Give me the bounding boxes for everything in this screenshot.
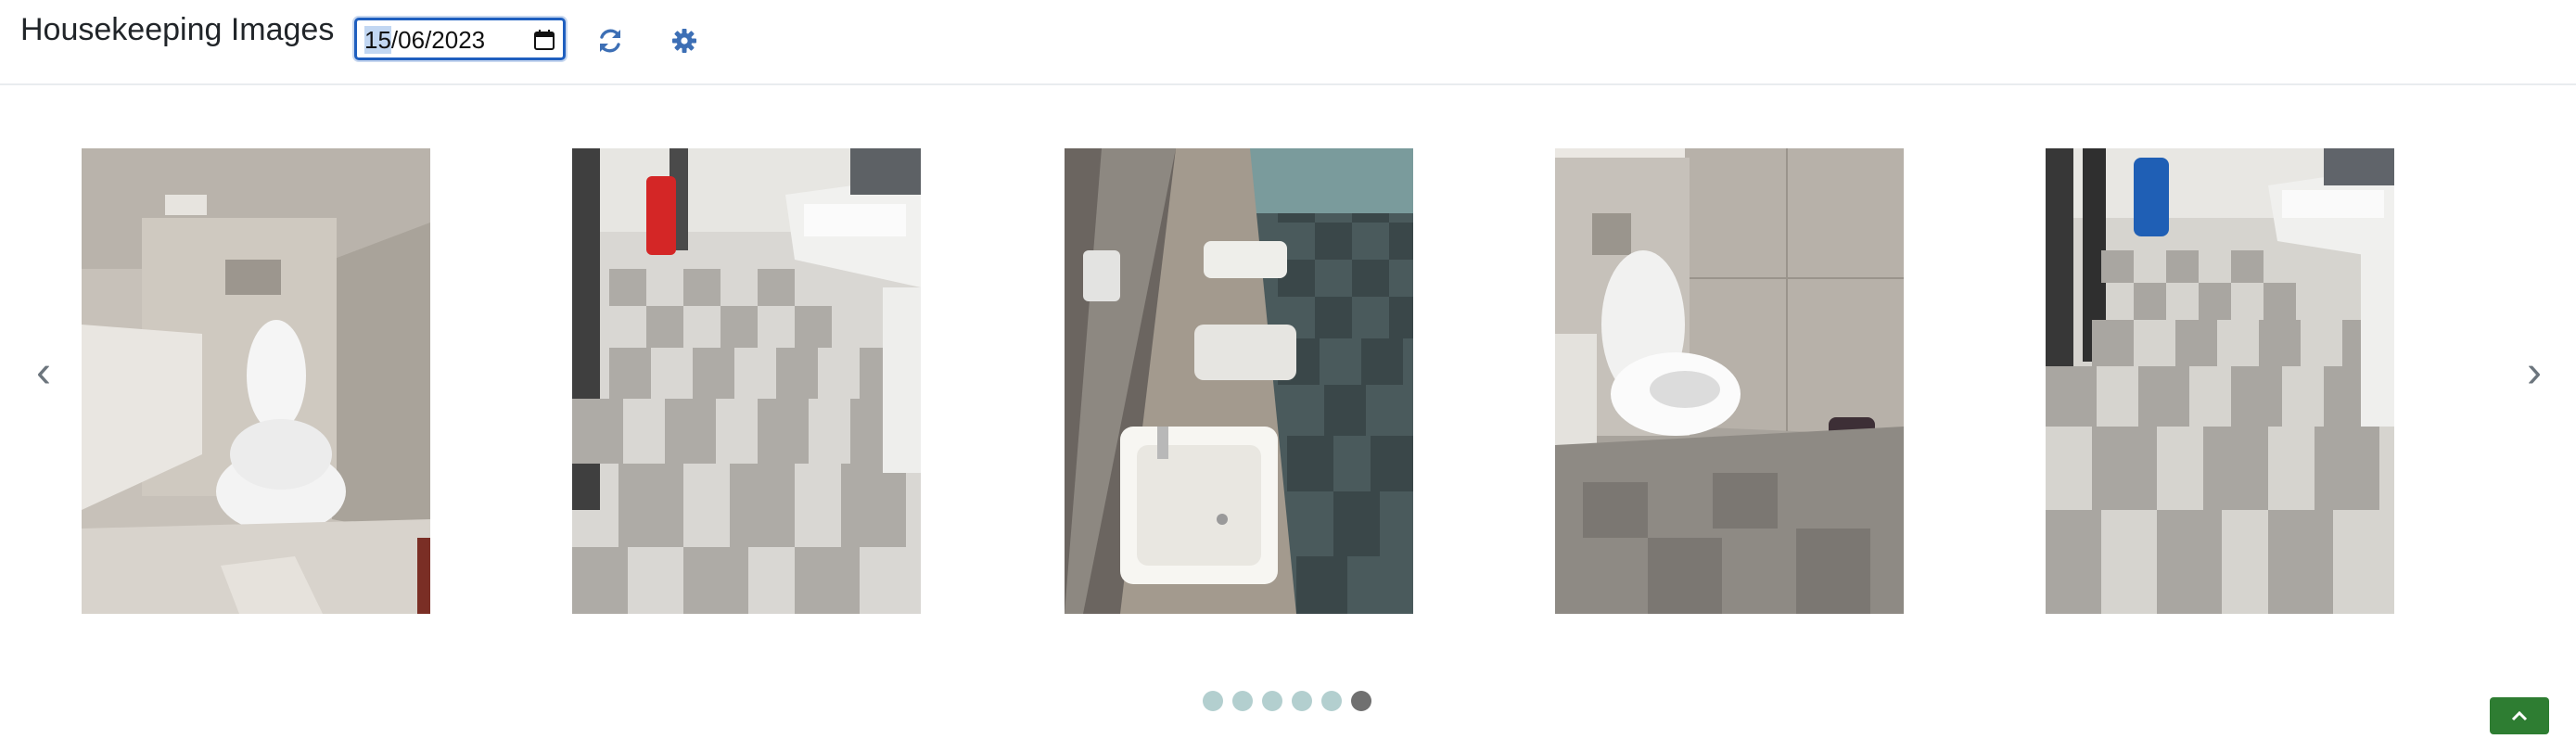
carousel-next-button[interactable]: › xyxy=(2511,345,2557,401)
calendar-icon[interactable] xyxy=(533,29,555,51)
carousel-image-washroom-floor-red-bin[interactable] xyxy=(572,148,921,614)
carousel-dot-3[interactable] xyxy=(1262,691,1282,711)
date-rest-segment[interactable]: /06/2023 xyxy=(391,26,485,54)
date-value[interactable]: 15/06/2023 xyxy=(364,26,485,54)
scroll-top-button[interactable] xyxy=(2490,697,2549,734)
gear-icon xyxy=(672,29,696,53)
carousel-dot-6[interactable] xyxy=(1351,691,1371,711)
date-day-segment[interactable]: 15 xyxy=(364,26,391,54)
date-field[interactable]: 15/06/2023 xyxy=(354,18,566,60)
carousel-image-toilet-stall[interactable] xyxy=(82,148,430,614)
chevron-up-icon xyxy=(2511,710,2528,721)
carousel-dot-4[interactable] xyxy=(1292,691,1312,711)
carousel-image-sink-counter[interactable] xyxy=(1065,148,1413,614)
settings-button[interactable] xyxy=(666,22,703,59)
carousel-prev-button[interactable]: ‹ xyxy=(20,345,67,401)
carousel-image-toilet-with-bin[interactable] xyxy=(1555,148,1904,614)
image-carousel[interactable]: ‹ › xyxy=(0,85,2576,721)
carousel-image-washroom-floor-blue-bin[interactable] xyxy=(2046,148,2394,614)
carousel-dot-1[interactable] xyxy=(1203,691,1223,711)
carousel-indicators xyxy=(1203,691,1371,713)
carousel-dot-2[interactable] xyxy=(1232,691,1253,711)
carousel-dot-5[interactable] xyxy=(1321,691,1342,711)
refresh-button[interactable] xyxy=(592,22,629,59)
page-header: Housekeeping Images 15/06/2023 xyxy=(0,0,2576,85)
refresh-icon xyxy=(600,29,620,53)
page-title: Housekeeping Images xyxy=(20,12,335,47)
